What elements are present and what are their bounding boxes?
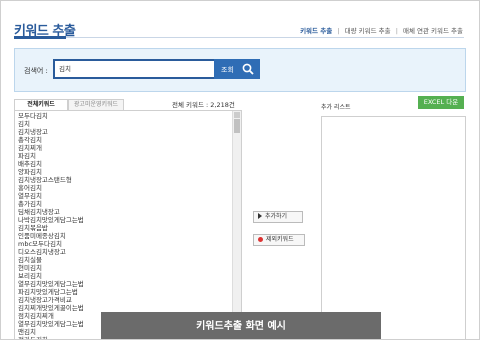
add-button[interactable]: 추가하기	[253, 211, 303, 223]
title-divider	[14, 37, 464, 38]
search-button-label: 조회	[221, 66, 234, 74]
keyword-list-item[interactable]: 보리김치	[18, 272, 228, 280]
keyword-list-item[interactable]: 김치볶음밥	[18, 224, 228, 232]
keyword-list-item[interactable]: 열무김치	[18, 192, 228, 200]
breadcrumb-separator: |	[395, 27, 398, 35]
search-label: 검색어 :	[24, 67, 48, 75]
title-underline	[14, 36, 66, 39]
breadcrumb-media-related[interactable]: 매체 연관 키워드 추출	[403, 27, 463, 35]
keyword-list-item[interactable]: 나박김치맛있게담그는법	[18, 216, 228, 224]
search-button[interactable]: 조회	[214, 59, 260, 79]
keyword-list-item[interactable]: 김치찌개맛있게끓이는법	[18, 304, 228, 312]
keyword-list-item[interactable]: 총각김치	[18, 136, 228, 144]
add-list-label: 추가 리스트	[321, 104, 351, 111]
keyword-list-item[interactable]: 파김치맛있게담그는법	[18, 288, 228, 296]
keyword-list-item[interactable]: 딤채김치냉장고	[18, 208, 228, 216]
excel-download-button[interactable]: EXCEL 다운	[418, 96, 464, 109]
keyword-listbox[interactable]: 모두다김치 김치 김치냉장고 총각김치 김치찌개 파김치 배추김치 양파김치 김치냉장고스탠드형…	[14, 110, 242, 339]
keyword-list-item[interactable]: 김치실물	[18, 256, 228, 264]
keyword-list-item[interactable]: 열무김치맛있게담그는법	[18, 280, 228, 288]
keyword-list-item[interactable]: 양파김치	[18, 168, 228, 176]
search-icon	[242, 63, 254, 75]
keyword-list-item[interactable]: 홍어김치	[18, 184, 228, 192]
app-frame: 키워드 추출 키워드 추출 | 대량 키워드 추출 | 매체 연관 키워드 추출…	[0, 0, 480, 340]
scroll-up-arrow[interactable]	[234, 112, 240, 118]
tab-unadvertised-keywords[interactable]: 광고미운영키워드	[68, 99, 124, 110]
breadcrumb: 키워드 추출 | 대량 키워드 추출 | 매체 연관 키워드 추출	[297, 25, 463, 35]
keyword-list-item[interactable]: 디오스김치냉장고	[18, 248, 228, 256]
exclude-button-label: 제외키워드	[266, 236, 294, 243]
keyword-list-item[interactable]: 파김치	[18, 152, 228, 160]
breadcrumb-bulk-extract[interactable]: 대량 키워드 추출	[345, 27, 391, 35]
keyword-list: 모두다김치 김치 김치냉장고 총각김치 김치찌개 파김치 배추김치 양파김치 김치냉장고스탠드형…	[18, 112, 228, 339]
breadcrumb-separator: |	[337, 27, 340, 35]
keyword-list-item[interactable]: 김치냉장고가격비교	[18, 296, 228, 304]
keyword-list-item[interactable]: 김치	[18, 120, 228, 128]
added-keyword-list[interactable]	[321, 116, 466, 339]
keyword-list-item[interactable]: 인품미메종상김치	[18, 232, 228, 240]
exclude-button[interactable]: 제외키워드	[253, 234, 305, 246]
scrollbar[interactable]	[232, 111, 241, 339]
search-input[interactable]: 김치	[53, 59, 221, 79]
remove-icon	[258, 237, 263, 242]
play-arrow-icon	[258, 213, 262, 219]
keyword-list-item[interactable]: 김치냉장고	[18, 128, 228, 136]
breadcrumb-keyword-extract[interactable]: 키워드 추출	[300, 27, 332, 35]
tab-all-keywords[interactable]: 전체키워드	[14, 99, 68, 110]
keyword-list-item[interactable]: 김치냉장고스탠드형	[18, 176, 228, 184]
keyword-list-item[interactable]: 김치찌개	[18, 144, 228, 152]
keyword-list-item[interactable]: 현미김치	[18, 264, 228, 272]
keyword-list-item[interactable]: 총가김치	[18, 200, 228, 208]
add-button-label: 추가하기	[265, 213, 288, 220]
keyword-list-item[interactable]: 배추김치	[18, 160, 228, 168]
total-count: 전체 키워드 : 2,218건	[172, 101, 235, 109]
search-panel: 검색어 : 김치 조회	[14, 48, 466, 92]
caption-banner: 키워드추출 화면 예시	[101, 312, 381, 339]
scroll-thumb[interactable]	[234, 119, 240, 133]
keyword-list-item[interactable]: mbc모두다김치	[18, 240, 228, 248]
keyword-list-item[interactable]: 모두다김치	[18, 112, 228, 120]
